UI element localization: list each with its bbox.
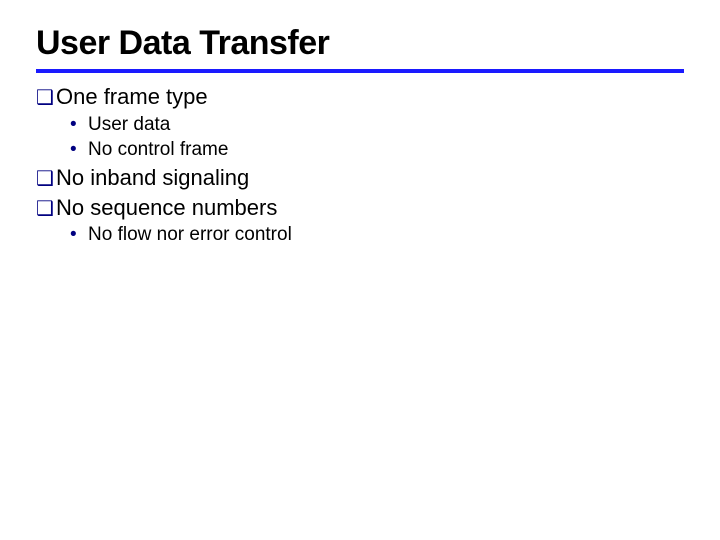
square-bullet-icon: ❑ (36, 167, 56, 191)
list-item-label: No sequence numbers (56, 194, 684, 222)
dot-bullet-icon: • (70, 138, 88, 162)
square-bullet-icon: ❑ (36, 197, 56, 221)
slide-title: User Data Transfer (36, 24, 684, 63)
slide: User Data Transfer ❑ One frame type • Us… (0, 0, 720, 540)
dot-bullet-icon: • (70, 223, 88, 247)
list-item: ❑ No sequence numbers (36, 194, 684, 222)
dot-bullet-icon: • (70, 113, 88, 137)
list-item-label: No flow nor error control (88, 223, 684, 247)
list-item-label: No inband signaling (56, 164, 684, 192)
title-underline (36, 69, 684, 73)
list-item: • No flow nor error control (70, 223, 684, 247)
list-item: • User data (70, 113, 684, 137)
list-item: ❑ One frame type (36, 83, 684, 111)
list-item-label: User data (88, 113, 684, 137)
square-bullet-icon: ❑ (36, 86, 56, 110)
slide-content: ❑ One frame type • User data • No contro… (36, 83, 684, 247)
list-item-label: No control frame (88, 138, 684, 162)
list-item-label: One frame type (56, 83, 684, 111)
list-item: • No control frame (70, 138, 684, 162)
list-item: ❑ No inband signaling (36, 164, 684, 192)
